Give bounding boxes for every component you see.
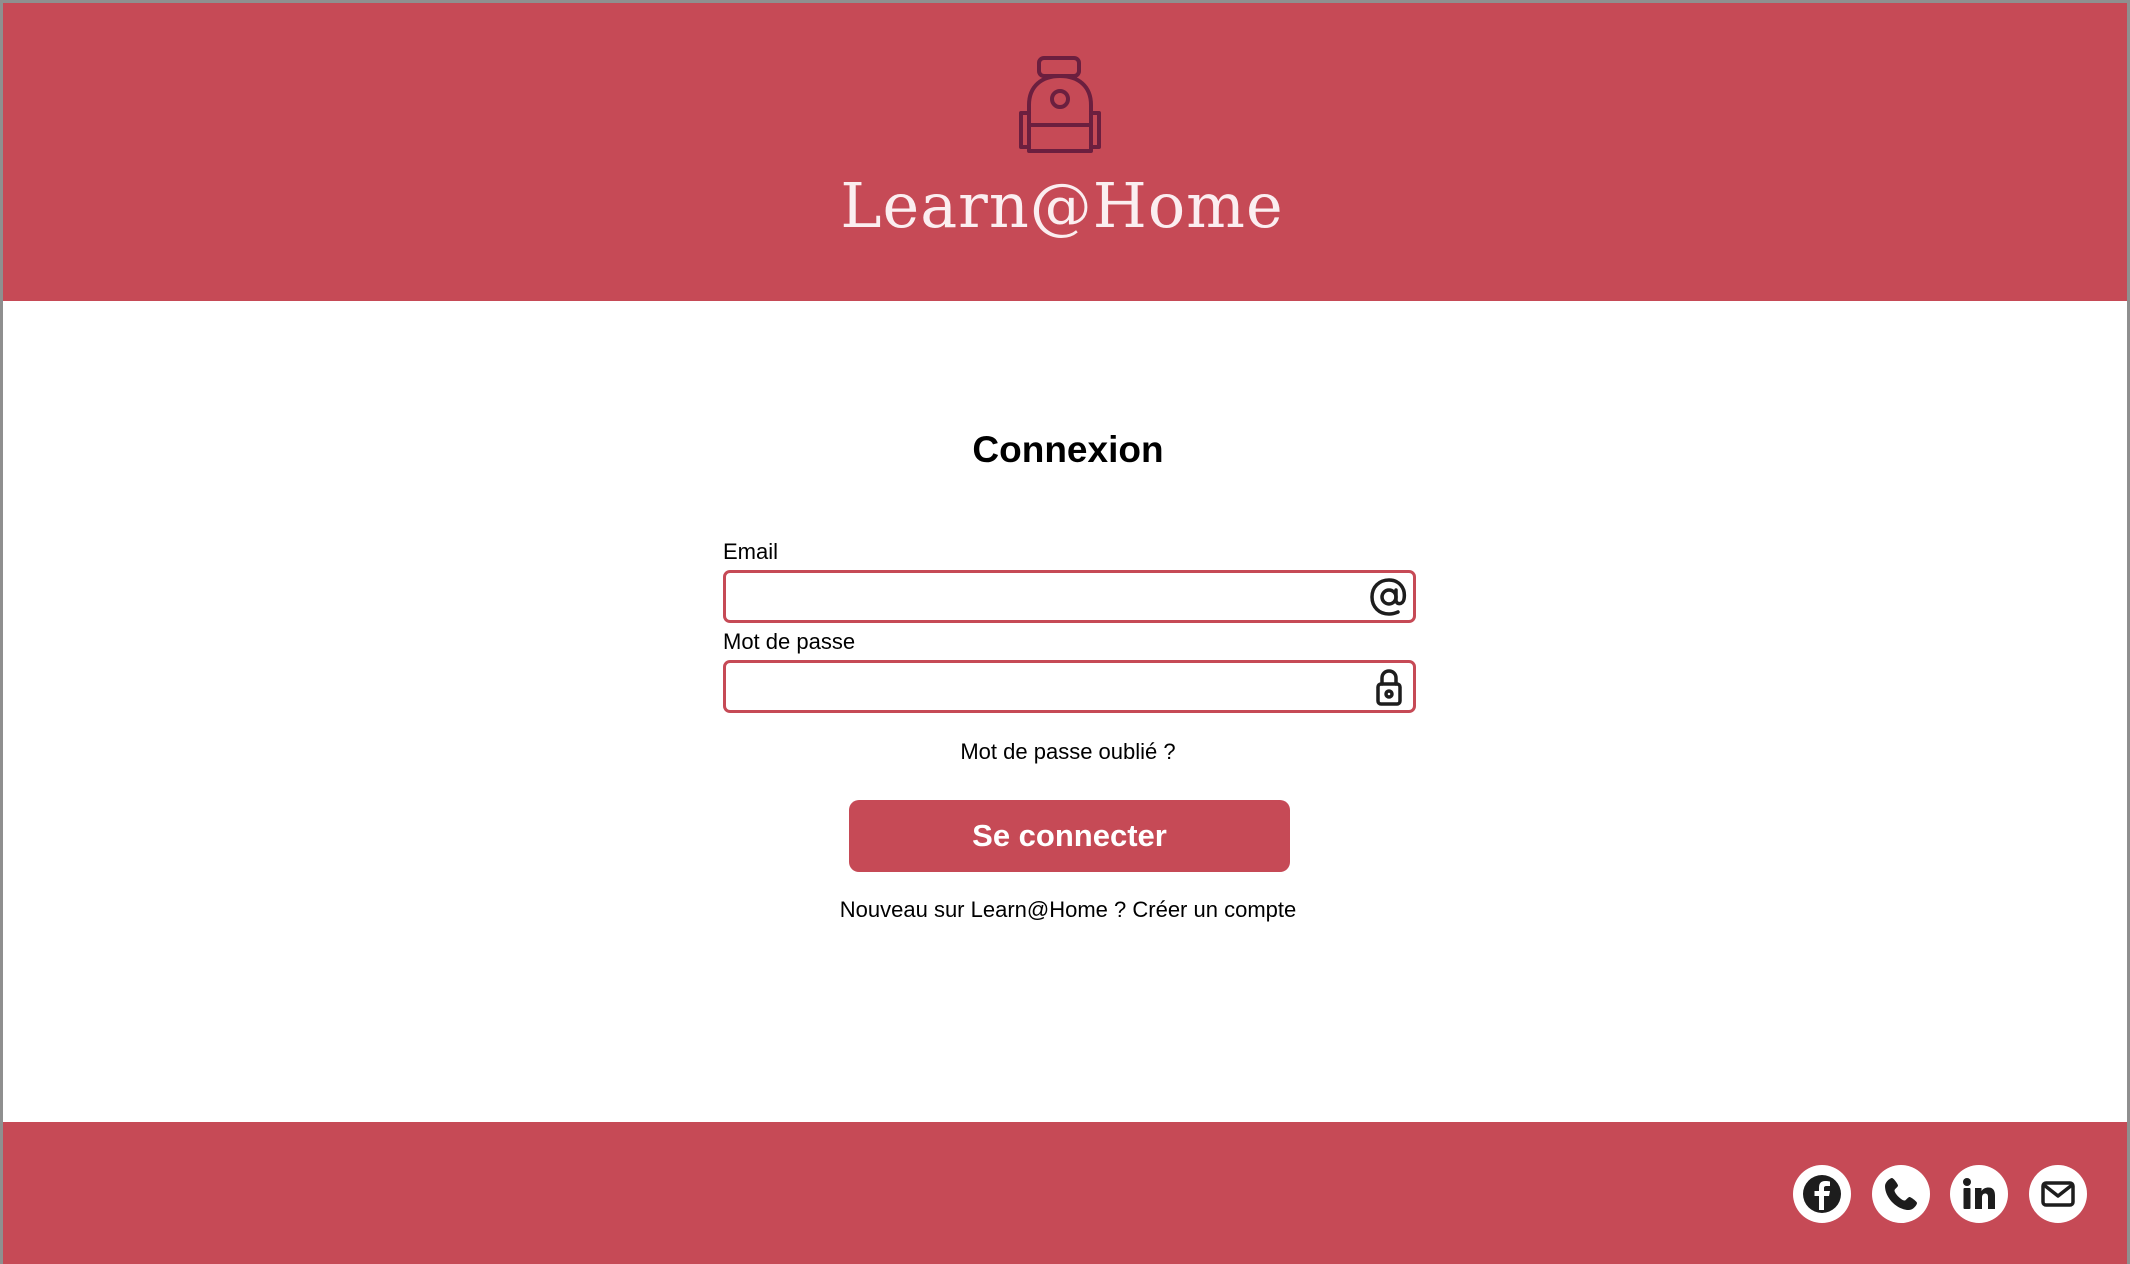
- linkedin-link[interactable]: [1950, 1165, 2008, 1223]
- phone-icon: [1885, 1178, 1917, 1210]
- footer: [3, 1122, 2127, 1264]
- email-label: Email: [723, 539, 779, 564]
- at-sign-icon: [1370, 578, 1407, 616]
- facebook-icon: [1803, 1175, 1841, 1213]
- password-label: Mot de passe: [723, 629, 856, 654]
- mail-icon: [2041, 1181, 2075, 1207]
- lock-icon: [1376, 669, 1402, 706]
- backpack-icon: [1019, 56, 1101, 153]
- signup-prompt-text: Nouveau sur Learn@Home ?: [839, 897, 1127, 922]
- create-account-link[interactable]: Créer un compte: [1132, 897, 1296, 922]
- password-input[interactable]: [726, 663, 1346, 710]
- forgot-password-link[interactable]: Mot de passe oublié ?: [3, 739, 2127, 765]
- header: Learn@Home: [3, 3, 2127, 301]
- phone-link[interactable]: [1872, 1165, 1930, 1223]
- linkedin-icon: [1963, 1178, 1995, 1209]
- mail-link[interactable]: [2029, 1165, 2087, 1223]
- login-page: Learn@Home Connexion Email Mot de passe …: [0, 0, 2130, 1264]
- page-title: Connexion: [972, 429, 1164, 470]
- email-field-wrapper: [723, 570, 1416, 623]
- signup-prompt: Nouveau sur Learn@Home ? Créer un compte: [3, 897, 2127, 923]
- login-button[interactable]: Se connecter: [849, 800, 1290, 872]
- password-field-wrapper: [723, 660, 1416, 713]
- brand-name: Learn@Home: [840, 169, 1284, 242]
- facebook-link[interactable]: [1793, 1165, 1851, 1223]
- email-input[interactable]: [726, 573, 1346, 620]
